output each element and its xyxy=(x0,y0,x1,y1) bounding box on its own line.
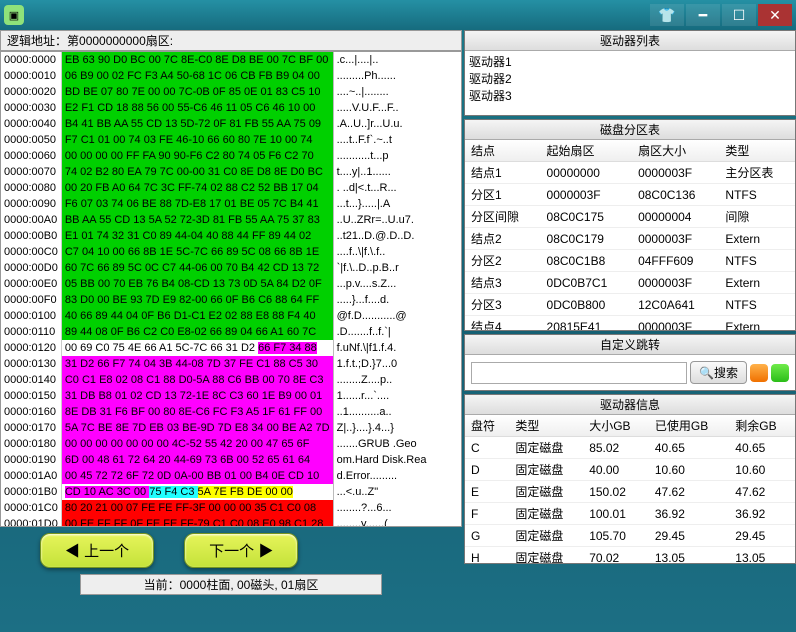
table-row[interactable]: E固定磁盘150.0247.6247.62 xyxy=(465,481,795,503)
table-row[interactable]: D固定磁盘40.0010.6010.60 xyxy=(465,459,795,481)
table-row[interactable]: H固定磁盘70.0213.0513.05 xyxy=(465,547,795,564)
table-row[interactable]: F固定磁盘100.0136.9236.92 xyxy=(465,503,795,525)
jump-input[interactable] xyxy=(471,362,687,384)
list-item[interactable]: 驱动器3 xyxy=(469,87,791,104)
maximize-button[interactable]: ☐ xyxy=(722,4,756,26)
drivers-title: 驱动器列表 xyxy=(465,31,795,51)
math-icon[interactable] xyxy=(771,364,789,382)
partition-table[interactable]: 结点起始扇区扇区大小类型 结点1000000000000003F主分区表分区10… xyxy=(465,140,795,330)
table-row[interactable]: 分区208C0C1B804FFF609NTFS xyxy=(465,250,795,272)
driver-list[interactable]: 驱动器1驱动器2驱动器3 xyxy=(465,51,795,115)
list-item[interactable]: 驱动器1 xyxy=(469,53,791,70)
next-button[interactable]: 下一个 ▶ xyxy=(184,533,298,568)
prev-button[interactable]: ◀ 上一个 xyxy=(40,533,154,568)
partition-title: 磁盘分区表 xyxy=(465,120,795,140)
table-row[interactable]: 结点208C0C1790000003FExtern xyxy=(465,228,795,250)
drive-info-table[interactable]: 盘符类型大小GB已使用GB剩余GB C固定磁盘85.0240.6540.65D固… xyxy=(465,415,795,563)
table-row[interactable]: 分区10000003F08C0C136NTFS xyxy=(465,184,795,206)
app-icon: ▣ xyxy=(4,5,24,25)
address-bar: 逻辑地址：第0000000000扇区: xyxy=(0,30,462,51)
table-row[interactable]: 结点1000000000000003F主分区表 xyxy=(465,162,795,184)
table-row[interactable]: C固定磁盘85.0240.6540.65 xyxy=(465,437,795,459)
table-row[interactable]: G固定磁盘105.7029.4529.45 xyxy=(465,525,795,547)
drive-info-title: 驱动器信息 xyxy=(465,395,795,415)
hex-viewer[interactable]: 0000:00000000:00100000:00200000:00300000… xyxy=(0,51,462,527)
minimize-button[interactable]: ━ xyxy=(686,4,720,26)
table-row[interactable]: 分区间隙08C0C17500000004间隙 xyxy=(465,206,795,228)
table-row[interactable]: 结点30DC0B7C10000003FExtern xyxy=(465,272,795,294)
calc-icon[interactable] xyxy=(750,364,768,382)
list-item[interactable]: 驱动器2 xyxy=(469,70,791,87)
status-bar: 当前：0000柱面, 00磁头, 01扇区 xyxy=(80,574,382,595)
table-row[interactable]: 结点420815E410000003FExtern xyxy=(465,316,795,331)
close-button[interactable]: ✕ xyxy=(758,4,792,26)
jump-title: 自定义跳转 xyxy=(465,335,795,355)
search-button[interactable]: 🔍搜索 xyxy=(690,361,747,384)
table-row[interactable]: 分区30DC0B80012C0A641NTFS xyxy=(465,294,795,316)
shirt-icon[interactable]: 👕 xyxy=(650,4,684,26)
